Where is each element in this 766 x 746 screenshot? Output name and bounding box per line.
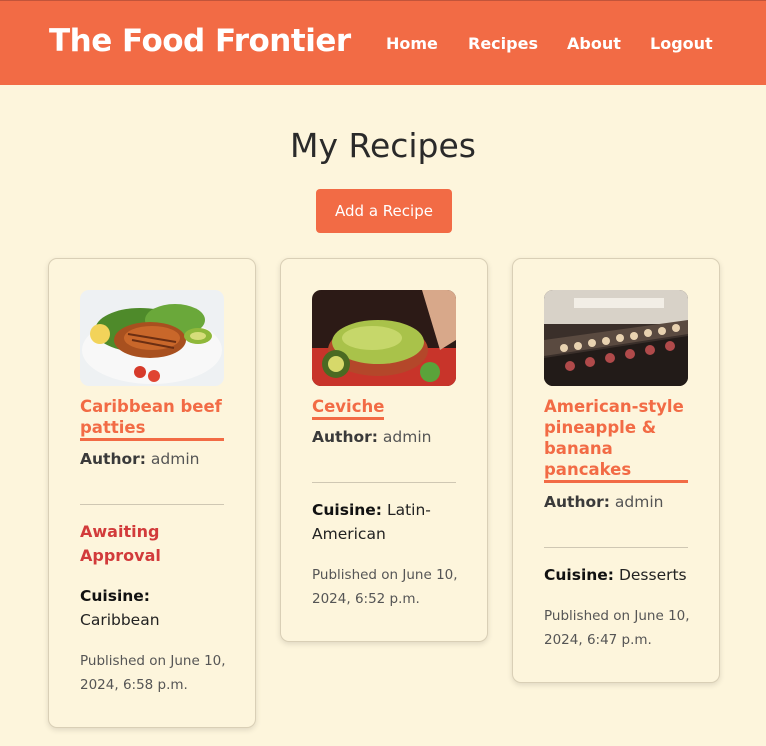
recipe-card: American-style pineapple & banana pancak…	[512, 258, 720, 683]
divider	[80, 504, 224, 505]
grilled-salmon-salad-photo	[80, 290, 224, 386]
recipe-cuisine: Cuisine: Caribbean	[80, 587, 160, 629]
recipe-image[interactable]	[312, 290, 456, 386]
pastry-display-photo	[544, 290, 688, 386]
recipe-card: Caribbean beef patties Author: admin Awa…	[48, 258, 256, 728]
nav-link-home[interactable]: Home	[386, 34, 438, 53]
recipe-cuisine: Cuisine: Latin-American	[312, 501, 431, 543]
recipe-title-link[interactable]: Caribbean beef patties	[80, 396, 224, 441]
recipe-cuisine: Cuisine: Desserts	[544, 566, 687, 584]
recipe-published: Published on June 10, 2024, 6:58 p.m.	[80, 653, 226, 693]
site-brand[interactable]: The Food Frontier	[49, 23, 351, 59]
recipe-title-link[interactable]: American-style pineapple & banana pancak…	[544, 396, 688, 483]
nav-link-about[interactable]: About	[567, 34, 621, 53]
status-badge: Awaiting Approval	[80, 522, 161, 565]
add-recipe-button[interactable]: Add a Recipe	[316, 189, 452, 233]
recipe-published: Published on June 10, 2024, 6:47 p.m.	[544, 608, 690, 648]
nav-link-logout[interactable]: Logout	[650, 34, 713, 53]
divider	[312, 482, 456, 483]
recipe-author: Author: admin	[80, 450, 200, 468]
page-title: My Recipes	[290, 126, 476, 165]
recipe-author: Author: admin	[544, 493, 664, 511]
recipe-published: Published on June 10, 2024, 6:52 p.m.	[312, 567, 458, 607]
recipe-title-link[interactable]: Ceviche	[312, 396, 385, 420]
divider	[544, 547, 688, 548]
recipe-author: Author: admin	[312, 428, 432, 446]
recipe-image[interactable]	[544, 290, 688, 386]
nav-link-recipes[interactable]: Recipes	[468, 34, 538, 53]
recipe-image[interactable]	[80, 290, 224, 386]
guacamole-bowl-photo	[312, 290, 456, 386]
recipe-card: Ceviche Author: admin Cuisine: Latin-Ame…	[280, 258, 488, 642]
navbar: The Food Frontier Home Recipes About Log…	[0, 0, 766, 85]
